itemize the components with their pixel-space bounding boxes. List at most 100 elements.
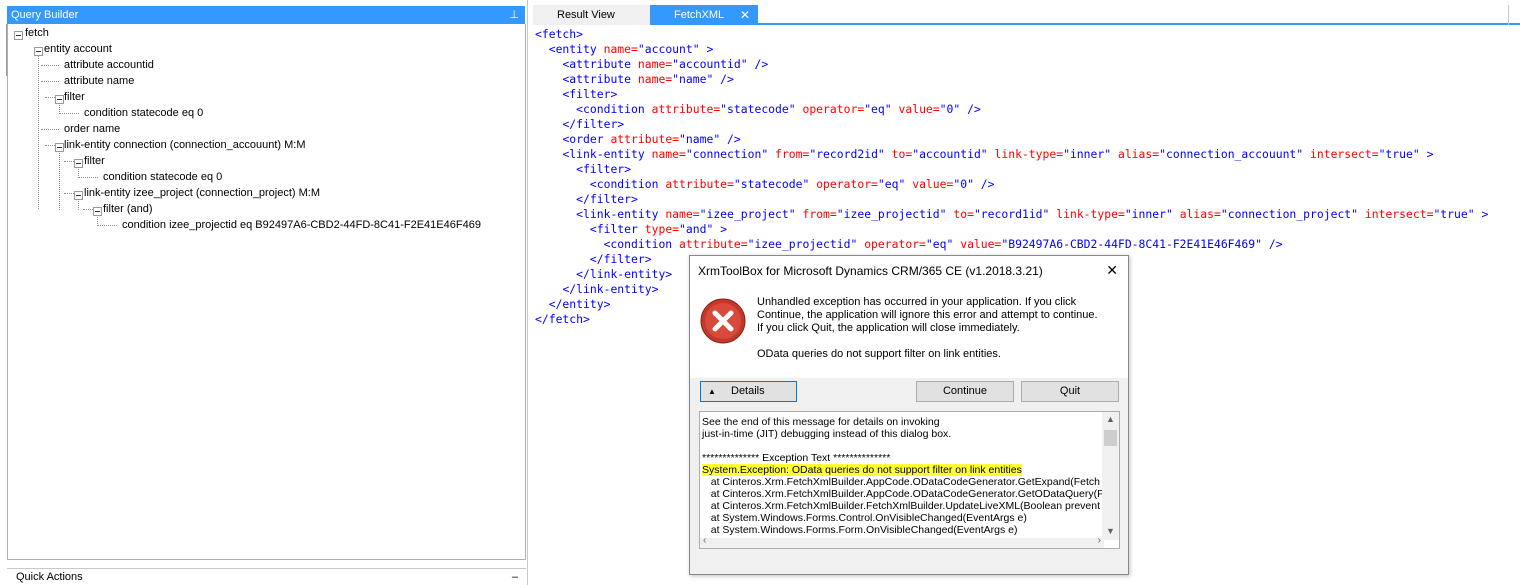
- tree-node-label: attribute accountid: [64, 59, 154, 71]
- xml-line: <link-entity name="izee_project" from="i…: [576, 207, 1489, 221]
- collapse-icon[interactable]: [74, 191, 83, 200]
- exception-details-textbox[interactable]: See the end of this message for details …: [699, 411, 1120, 549]
- tree-connector: [41, 129, 59, 130]
- close-icon[interactable]: ✕: [1106, 262, 1118, 279]
- tab-label: Result View: [557, 9, 615, 21]
- xml-line: <condition attribute="izee_projectid" op…: [603, 237, 1283, 251]
- tree-node-label: filter: [84, 155, 105, 167]
- scroll-down-icon[interactable]: ▼: [1106, 526, 1115, 536]
- xml-line: </filter>: [576, 192, 638, 206]
- xml-line: <condition attribute="statecode" operato…: [576, 102, 981, 116]
- query-tree: fetch entity account attribute accountid…: [7, 24, 526, 560]
- tree-node-label: order name: [64, 123, 121, 135]
- xml-line: <filter type="and" >: [589, 222, 728, 236]
- tree-node-label: link-entity connection (connection_accou…: [64, 139, 306, 151]
- tree-node-link-entity[interactable]: link-entity connection (connection_accou…: [64, 137, 306, 153]
- chevron-up-icon: ▲: [708, 387, 716, 396]
- continue-button[interactable]: Continue: [916, 381, 1014, 402]
- tree-connector: [38, 55, 39, 209]
- minimize-icon[interactable]: –: [512, 569, 518, 585]
- collapse-icon[interactable]: [74, 159, 83, 168]
- tree-connector: [97, 225, 117, 226]
- tree-connector: [59, 113, 79, 114]
- collapse-icon[interactable]: [55, 95, 64, 104]
- xml-line: <fetch>: [535, 27, 584, 41]
- xml-line: </link-entity>: [576, 267, 673, 281]
- tree-node-entity[interactable]: entity account: [44, 41, 112, 57]
- xml-line: <link-entity name="connection" from="rec…: [562, 147, 1434, 161]
- dialog-title: XrmToolBox for Microsoft Dynamics CRM/36…: [698, 264, 1043, 278]
- xml-line: <attribute name="accountid" />: [562, 57, 769, 71]
- scroll-left-icon[interactable]: ‹: [703, 535, 706, 546]
- collapse-icon[interactable]: [93, 207, 102, 216]
- tree-connector: [41, 81, 59, 82]
- xml-line: <filter>: [562, 87, 618, 101]
- tab-fetchxml[interactable]: FetchXML ✕: [650, 5, 758, 25]
- tree-node-label: filter (and): [103, 203, 153, 215]
- scroll-thumb[interactable]: [1104, 430, 1117, 446]
- dialog-titlebar[interactable]: XrmToolBox for Microsoft Dynamics CRM/36…: [690, 256, 1128, 286]
- document-tabstrip: Result View FetchXML ✕: [533, 5, 1520, 25]
- tree-node-order[interactable]: order name: [64, 121, 120, 137]
- dialog-error-text: OData queries do not support filter on l…: [757, 348, 1001, 360]
- horizontal-scrollbar[interactable]: ‹ ›: [700, 535, 1104, 548]
- tree-node-label: condition statecode eq 0: [103, 171, 223, 183]
- tab-label: FetchXML: [674, 9, 725, 21]
- pin-icon[interactable]: ⊥: [509, 6, 519, 24]
- tree-connector: [78, 177, 98, 178]
- xml-line: </filter>: [589, 252, 652, 266]
- quick-actions-title: Quick Actions: [16, 571, 83, 583]
- tree-node-label: condition statecode eq 0: [84, 107, 204, 119]
- error-icon: [700, 298, 746, 344]
- tree-node-link-entity[interactable]: link-entity izee_project (connection_pro…: [84, 185, 320, 201]
- tree-node-label: link-entity izee_project (connection_pro…: [84, 187, 320, 199]
- tree-node-condition[interactable]: condition statecode eq 0: [103, 169, 222, 185]
- tree-node-condition[interactable]: condition statecode eq 0: [84, 105, 203, 121]
- quick-actions-bar[interactable]: Quick Actions –: [7, 568, 526, 585]
- scroll-up-icon[interactable]: ▲: [1106, 414, 1115, 424]
- xml-line: <entity name="account" >: [548, 42, 714, 56]
- xml-line: </filter>: [562, 117, 625, 131]
- xml-line: <filter>: [576, 162, 632, 176]
- tree-node-filter[interactable]: filter: [64, 89, 85, 105]
- scroll-right-icon[interactable]: ›: [1098, 535, 1101, 546]
- tree-node-attribute[interactable]: attribute name: [64, 73, 134, 89]
- tree-node-label: fetch: [25, 27, 49, 39]
- tree-connector: [59, 151, 60, 210]
- tree-connector: [78, 199, 79, 210]
- details-button-label: Details: [731, 385, 765, 397]
- xml-line: <condition attribute="statecode" operato…: [589, 177, 995, 191]
- exception-dialog: XrmToolBox for Microsoft Dynamics CRM/36…: [689, 255, 1129, 575]
- tree-node-fetch[interactable]: fetch: [25, 25, 49, 41]
- tree-node-condition[interactable]: condition izee_projectid eq B92497A6-CBD…: [122, 217, 481, 233]
- xml-line: <attribute name="name" />: [562, 72, 734, 86]
- tree-connector: [41, 65, 59, 66]
- tree-node-label: condition izee_projectid eq B92497A6-CBD…: [122, 219, 481, 231]
- collapse-icon[interactable]: [34, 47, 43, 56]
- tree-node-label: attribute name: [64, 75, 135, 87]
- panel-splitter[interactable]: [0, 24, 7, 76]
- close-icon[interactable]: ✕: [740, 5, 750, 25]
- tree-node-filter[interactable]: filter: [84, 153, 105, 169]
- quit-button[interactable]: Quit: [1021, 381, 1119, 402]
- tree-node-label: entity account: [44, 43, 112, 55]
- xml-line: </entity>: [548, 297, 611, 311]
- dialog-message: Unhandled exception has occurred in your…: [757, 296, 1098, 334]
- query-builder-titlebar: Query Builder ⊥: [7, 6, 525, 24]
- tree-node-filter[interactable]: filter (and): [103, 201, 153, 217]
- collapse-icon[interactable]: [55, 143, 64, 152]
- exception-details-text: See the end of this message for details …: [702, 416, 1104, 536]
- xml-line: </link-entity>: [562, 282, 659, 296]
- xml-line: </fetch>: [535, 312, 590, 326]
- vertical-scrollbar[interactable]: ▲ ▼: [1102, 412, 1119, 540]
- xml-line: <order attribute="name" />: [562, 132, 741, 146]
- tree-node-attribute[interactable]: attribute accountid: [64, 57, 154, 73]
- highlighted-exception: System.Exception: OData queries do not s…: [702, 464, 1022, 476]
- details-button[interactable]: ▲ Details: [700, 381, 797, 402]
- tabstrip-end: [1508, 5, 1509, 25]
- tab-result-view[interactable]: Result View: [533, 5, 650, 25]
- query-builder-panel: Query Builder ⊥ fetch entity account att…: [0, 0, 528, 585]
- query-builder-title: Query Builder: [11, 9, 79, 21]
- tree-node-label: filter: [64, 91, 85, 103]
- collapse-icon[interactable]: [14, 31, 23, 40]
